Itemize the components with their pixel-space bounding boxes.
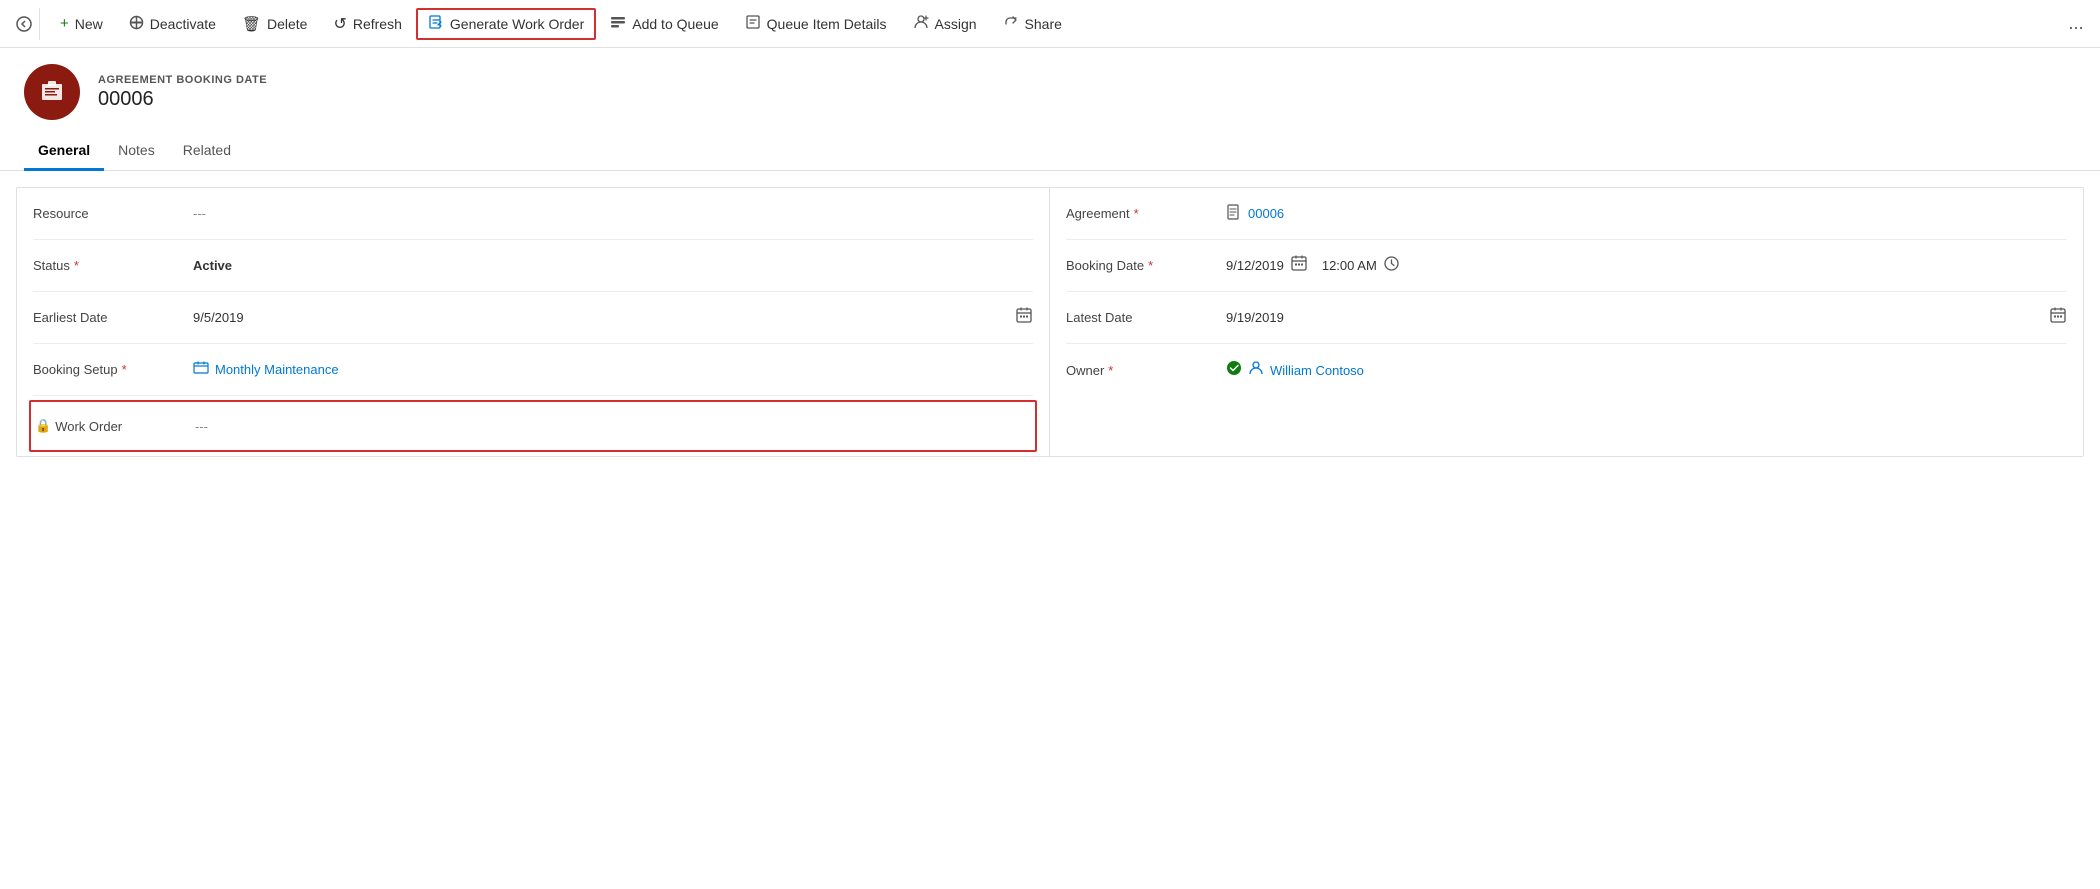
assign-button[interactable]: Assign [901,8,989,40]
work-order-value: --- [195,419,1031,434]
owner-person-icon [1248,360,1264,380]
booking-setup-row: Booking Setup * Monthly Maintenance [33,344,1033,396]
more-label: ... [2068,13,2083,34]
plus-icon: + [60,15,69,32]
tab-related[interactable]: Related [169,132,245,171]
agreement-link[interactable]: 00006 [1248,206,1284,221]
record-avatar [24,64,80,120]
agreement-value: 00006 [1226,204,2067,224]
agreement-doc-icon [1226,204,1242,224]
work-order-row: 🔒 Work Order --- [29,400,1037,452]
refresh-icon: ↺ [333,14,346,34]
latest-date-calendar-icon[interactable] [2049,306,2067,329]
form-section: Resource --- Status * Active Earliest Da… [16,187,2084,457]
booking-setup-value: Monthly Maintenance [193,360,1033,380]
deactivate-label: Deactivate [150,16,216,32]
delete-label: Delete [267,16,307,32]
booking-date-required: * [1148,258,1153,273]
owner-label: Owner * [1066,363,1226,378]
status-label: Status * [33,258,193,273]
resource-row: Resource --- [33,188,1033,240]
latest-date-row: Latest Date 9/19/2019 [1066,292,2067,344]
work-order-label: 🔒 Work Order [35,418,195,434]
booking-date-calendar-icon[interactable] [1290,254,1308,277]
booking-date-value: 9/12/2019 12:00 AM [1226,254,2067,277]
tab-general[interactable]: General [24,132,104,171]
delete-button[interactable]: 🗑 Delete [230,9,320,39]
more-button[interactable]: ... [2060,8,2092,40]
resource-label: Resource [33,206,193,221]
add-to-queue-label: Add to Queue [632,16,718,32]
earliest-date-value: 9/5/2019 [193,306,1033,329]
status-row: Status * Active [33,240,1033,292]
agreement-label: Agreement * [1066,206,1226,221]
earliest-date-calendar-icon[interactable] [1015,306,1033,329]
owner-row: Owner * William Contoso [1066,344,2067,396]
resource-value: --- [193,206,1033,221]
booking-setup-link[interactable]: Monthly Maintenance [215,362,339,377]
status-required: * [74,258,79,273]
assign-label: Assign [935,16,977,32]
owner-name-link[interactable]: William Contoso [1270,363,1364,378]
tabs-bar: General Notes Related [0,132,2100,171]
queue-item-details-button[interactable]: Queue Item Details [733,8,899,40]
refresh-button[interactable]: ↺ Refresh [321,8,413,40]
booking-date-clock-icon[interactable] [1383,255,1400,277]
earliest-date-row: Earliest Date 9/5/2019 [33,292,1033,344]
form-columns: Resource --- Status * Active Earliest Da… [17,188,2083,456]
generate-work-order-icon [428,14,444,34]
generate-work-order-label: Generate Work Order [450,16,584,32]
refresh-label: Refresh [353,16,402,32]
booking-date-time: 12:00 AM [1322,258,1377,273]
add-to-queue-icon [610,14,626,34]
booking-setup-icon [193,360,209,380]
record-entity: AGREEMENT BOOKING DATE [98,74,267,86]
form-col-right: Agreement * 00006 Booking Date * 9/12/2 [1050,188,2083,456]
back-button[interactable] [8,8,40,40]
queue-item-details-icon [745,14,761,34]
record-title-block: AGREEMENT BOOKING DATE 00006 [98,74,267,111]
share-button[interactable]: Share [991,8,1074,40]
booking-date-date: 9/12/2019 [1226,258,1284,273]
earliest-date-label: Earliest Date [33,310,193,325]
new-button[interactable]: + New [48,9,115,38]
deactivate-button[interactable]: Deactivate [117,9,228,39]
owner-value: William Contoso [1226,360,2067,380]
tab-notes[interactable]: Notes [104,132,169,171]
record-header: AGREEMENT BOOKING DATE 00006 [0,48,2100,132]
share-label: Share [1025,16,1062,32]
booking-date-row: Booking Date * 9/12/2019 12:00 AM [1066,240,2067,292]
queue-item-details-label: Queue Item Details [767,16,887,32]
toolbar: + New Deactivate 🗑 Delete ↺ Refresh Gene… [0,0,2100,48]
owner-required: * [1108,363,1113,378]
status-value: Active [193,258,1033,273]
assign-icon [913,14,929,34]
add-to-queue-button[interactable]: Add to Queue [598,8,730,40]
work-order-lock-icon: 🔒 [35,418,51,434]
booking-setup-required: * [122,362,127,377]
booking-date-label: Booking Date * [1066,258,1226,273]
latest-date-value: 9/19/2019 [1226,306,2067,329]
form-col-left: Resource --- Status * Active Earliest Da… [17,188,1050,456]
delete-icon: 🗑 [242,15,261,33]
share-icon [1003,14,1019,34]
agreement-required: * [1134,206,1139,221]
owner-check-icon [1226,360,1242,380]
new-label: New [75,16,103,32]
generate-work-order-button[interactable]: Generate Work Order [416,8,596,40]
agreement-row: Agreement * 00006 [1066,188,2067,240]
deactivate-icon [129,15,144,33]
record-name: 00006 [98,88,267,111]
latest-date-label: Latest Date [1066,310,1226,325]
booking-setup-label: Booking Setup * [33,362,193,377]
